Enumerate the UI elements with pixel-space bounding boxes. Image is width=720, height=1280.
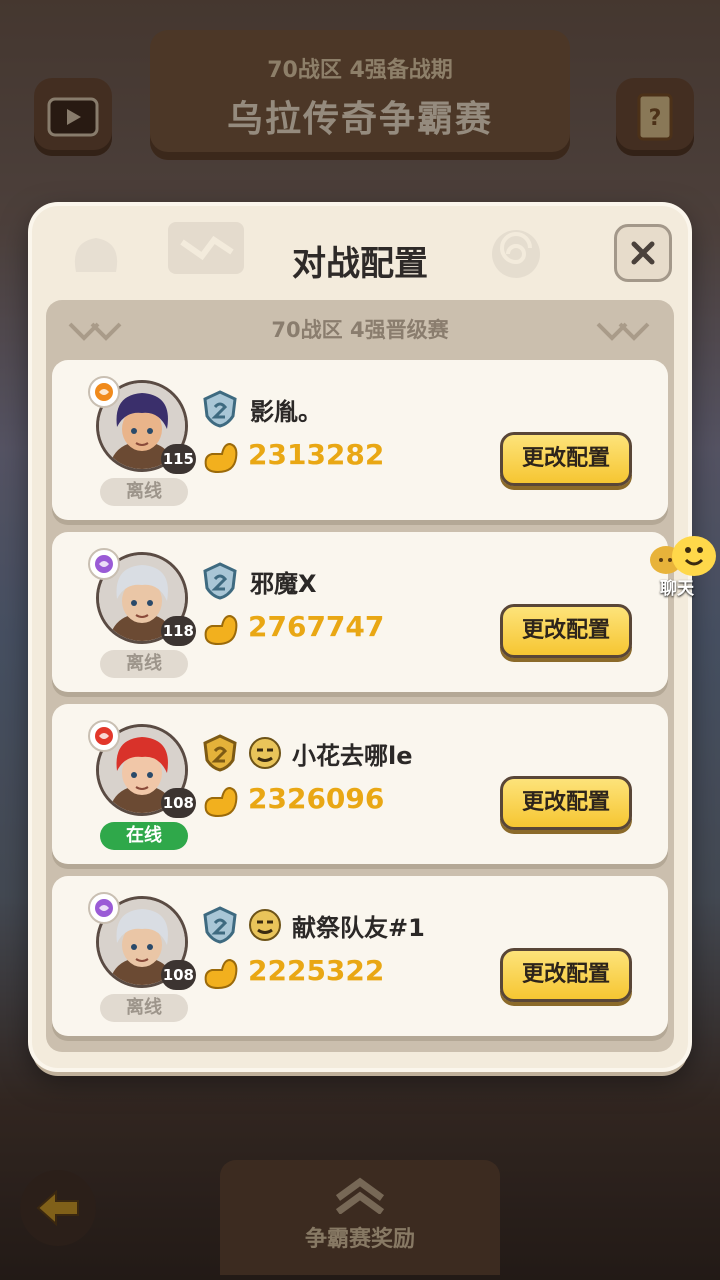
chat-button[interactable]: 聊天	[646, 534, 720, 604]
dialog-title: 对战配置	[292, 244, 428, 284]
close-icon	[631, 241, 655, 265]
power-arm-icon	[204, 958, 238, 990]
player-name: 小花去哪le	[292, 742, 413, 770]
level-badge: 108	[160, 788, 196, 818]
player-avatar[interactable]: 108	[88, 892, 196, 990]
pet-face-icon	[249, 909, 281, 941]
online-status: 在线	[100, 822, 188, 850]
rank-shield-icon	[203, 734, 237, 772]
online-status: 离线	[100, 994, 188, 1022]
player-card: 108 在线 小花去哪le 2326096 更改配置	[52, 704, 668, 864]
close-button[interactable]	[614, 224, 672, 282]
player-name: 献祭队友#1	[292, 914, 425, 942]
power-arm-icon	[204, 786, 238, 818]
chat-label: 聊天	[660, 579, 694, 599]
class-icon	[95, 555, 113, 573]
decor-chevron-right-icon	[596, 322, 650, 341]
player-card: 118 离线 邪魔X 2767747 更改配置	[52, 532, 668, 692]
power-arm-icon	[204, 614, 238, 646]
pet-face-icon	[249, 737, 281, 769]
online-status: 离线	[100, 478, 188, 506]
power-value: 2767747	[248, 610, 385, 643]
class-badge	[88, 892, 120, 924]
power-arm-icon	[204, 442, 238, 474]
power-value: 2225322	[248, 954, 385, 987]
class-badge	[88, 376, 120, 408]
battle-config-dialog: 对战配置 70战区 4强晋级赛 115 离线 影胤。 2313282 更改配置 …	[32, 206, 688, 1068]
change-config-button[interactable]: 更改配置	[500, 432, 632, 486]
power-value: 2313282	[248, 438, 385, 471]
rank-shield-icon	[203, 562, 237, 600]
level-badge: 118	[160, 616, 196, 646]
section-title: 70战区 4强晋级赛	[271, 318, 449, 342]
level-badge: 108	[160, 960, 196, 990]
power-value: 2326096	[248, 782, 385, 815]
player-avatar[interactable]: 108	[88, 720, 196, 818]
change-config-button[interactable]: 更改配置	[500, 776, 632, 830]
class-icon	[95, 899, 113, 917]
class-icon	[95, 727, 113, 745]
change-config-button[interactable]: 更改配置	[500, 948, 632, 1002]
class-badge	[88, 720, 120, 752]
player-list-panel: 70战区 4强晋级赛 115 离线 影胤。 2313282 更改配置 118 离…	[46, 300, 674, 1052]
level-badge: 115	[160, 444, 196, 474]
online-status: 离线	[100, 650, 188, 678]
class-badge	[88, 548, 120, 580]
player-avatar[interactable]: 115	[88, 376, 196, 474]
rank-shield-icon	[203, 390, 237, 428]
player-card: 108 离线 献祭队友#1 2225322 更改配置	[52, 876, 668, 1036]
player-avatar[interactable]: 118	[88, 548, 196, 646]
player-card: 115 离线 影胤。 2313282 更改配置	[52, 360, 668, 520]
class-icon	[95, 383, 113, 401]
player-name: 邪魔X	[250, 570, 317, 598]
change-config-button[interactable]: 更改配置	[500, 604, 632, 658]
player-name: 影胤。	[250, 398, 322, 426]
rank-shield-icon	[203, 906, 237, 944]
